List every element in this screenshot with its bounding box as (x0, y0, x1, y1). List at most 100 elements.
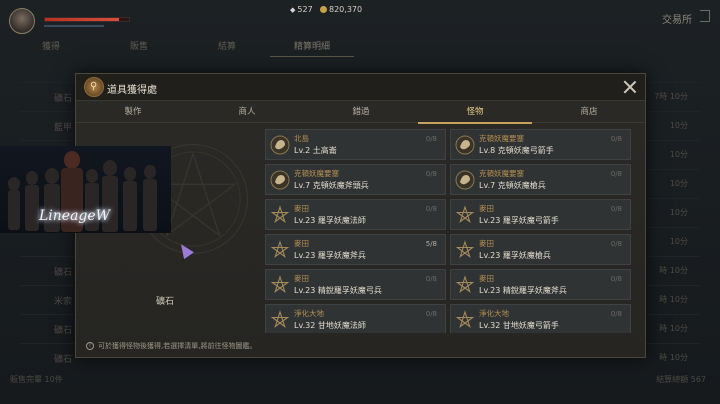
monster-name: Lv.2 土高崙 (294, 146, 337, 155)
monster-location: 克頓妖魔要塞 (479, 134, 524, 143)
tab-obtain[interactable]: 獲得 (42, 39, 60, 52)
mp-bar (44, 25, 104, 27)
tab-sell[interactable]: 販售 (130, 39, 148, 52)
monster-card[interactable]: 麥田 Lv.23 羅孚妖魔法師 0/8 (265, 199, 446, 230)
stream-logo-overlay: LineageW (0, 146, 171, 233)
gem-currency: ◆ 527 (290, 5, 313, 14)
monster-drop-count: 0/8 (425, 135, 437, 143)
monster-location: 麥田 (294, 204, 309, 213)
monster-location: 麥田 (479, 274, 494, 283)
pentagram-icon (455, 310, 475, 330)
monster-card[interactable]: 克頓妖魔要塞 Lv.7 克頓妖魔槍兵 0/8 (450, 164, 631, 195)
pentagram-icon (455, 240, 475, 260)
background-row-label: 礦石 (54, 326, 73, 336)
monster-card[interactable]: 麥田 Lv.23 精銳羅孚妖魔斧兵 0/8 (450, 269, 631, 300)
background-row-time: 10分 (669, 121, 688, 130)
background-row-label: 米索 (54, 297, 73, 307)
monster-drop-count: 0/8 (610, 205, 622, 213)
background-tabs: 獲得 販售 結算 精算明細 (0, 36, 720, 58)
tab-settle[interactable]: 結算 (218, 39, 236, 52)
settle-total: 結算總額 567 (656, 375, 706, 384)
tab-shop[interactable]: 商店 (532, 101, 646, 123)
monster-location: 克頓妖魔要塞 (294, 169, 339, 178)
monster-drop-count: 0/8 (425, 275, 437, 283)
pentagram-icon (455, 275, 475, 295)
monster-drop-count: 0/8 (610, 135, 622, 143)
monster-drop-count: 0/8 (425, 170, 437, 178)
monster-card[interactable]: 麥田 Lv.23 精銳羅孚妖魔弓兵 0/8 (265, 269, 446, 300)
diamond-icon: ◆ (290, 5, 296, 14)
monster-drop-count: 0/8 (425, 205, 437, 213)
background-row-label: 礦石 (54, 268, 73, 278)
monster-list: 北島 Lv.2 土高崙 0/8 克頓妖魔要塞 Lv.8 克頓妖魔弓箭手 0/8 克頓妖魔要塞… (265, 129, 635, 333)
monster-name: Lv.23 精銳羅孚妖魔斧兵 (479, 286, 567, 295)
background-row-time: 10分 (669, 179, 688, 188)
background-row-time: 10分 (669, 237, 688, 246)
monster-location: 麥田 (479, 239, 494, 248)
monster-drop-count: 0/8 (610, 170, 622, 178)
monster-name: Lv.32 甘地妖魔法師 (294, 321, 366, 330)
gold-currency: 820,370 (320, 5, 362, 14)
info-icon: ! (86, 342, 94, 350)
monster-card[interactable]: 淨化大地 Lv.32 甘地妖魔法師 0/8 (265, 304, 446, 333)
monster-portrait-icon (270, 135, 290, 155)
item-name: 礦石 (156, 297, 175, 307)
monster-location: 北島 (294, 134, 309, 143)
close-button[interactable] (623, 80, 637, 94)
hp-bar (44, 17, 130, 22)
background-row-time: 時 10分 (659, 295, 688, 304)
pentagram-icon (270, 275, 290, 295)
monster-name: Lv.23 羅孚妖魔槍兵 (479, 251, 551, 260)
monster-name: Lv.23 羅孚妖魔弓箭手 (479, 216, 559, 225)
monster-portrait-icon (455, 170, 475, 190)
tab-missed[interactable]: 錯過 (304, 101, 418, 123)
character-portrait[interactable] (9, 8, 35, 34)
background-row-time: 時 10分 (659, 266, 688, 275)
source-tabs: 製作 商人 錯過 怪物 商店 (76, 101, 646, 124)
monster-portrait-icon (455, 135, 475, 155)
tab-details[interactable]: 精算明細 (294, 39, 330, 52)
pentagram-icon (270, 310, 290, 330)
background-row-time: 10分 (669, 208, 688, 217)
monster-name: Lv.32 甘地妖魔弓箭手 (479, 321, 559, 330)
gem-amount: 527 (297, 5, 313, 14)
gold-amount: 820,370 (329, 5, 363, 14)
monster-drop-count: 0/8 (610, 240, 622, 248)
background-row-label: 礦石 (54, 94, 73, 104)
monster-location: 克頓妖魔要塞 (479, 169, 524, 178)
monster-name: Lv.7 克頓妖魔槍兵 (479, 181, 546, 190)
monster-card[interactable]: 克頓妖魔要塞 Lv.7 克頓妖魔斧頭兵 0/8 (265, 164, 446, 195)
pentagram-icon (455, 205, 475, 225)
monster-location: 麥田 (294, 239, 309, 248)
monster-card[interactable]: 克頓妖魔要塞 Lv.8 克頓妖魔弓箭手 0/8 (450, 129, 631, 160)
background-row-time: 10分 (669, 150, 688, 159)
sold-count: 販售完畢 10件 (10, 375, 63, 384)
hp-bar-fill (45, 18, 119, 21)
pentagram-icon (270, 240, 290, 260)
monster-card[interactable]: 麥田 Lv.23 羅孚妖魔斧兵 5/8 (265, 234, 446, 265)
monster-name: Lv.23 精銳羅孚妖魔弓兵 (294, 286, 382, 295)
tab-merchant[interactable]: 商人 (190, 101, 304, 123)
dialog-header: ⚲ 道具獲得處 (76, 74, 645, 101)
exit-icon[interactable] (700, 10, 710, 22)
background-row-time: 7時 10分 (654, 92, 688, 101)
tab-monster[interactable]: 怪物 (418, 101, 532, 124)
background-row-time: 時 10分 (659, 324, 688, 333)
monster-card[interactable]: 淨化大地 Lv.32 甘地妖魔弓箭手 0/8 (450, 304, 631, 333)
dialog-title: 道具獲得處 (107, 85, 157, 96)
monster-card[interactable]: 麥田 Lv.23 羅孚妖魔弓箭手 0/8 (450, 199, 631, 230)
monster-card[interactable]: 麥田 Lv.23 羅孚妖魔槍兵 0/8 (450, 234, 631, 265)
exchange-title: 交易所 (662, 15, 692, 26)
map-pin-icon: ⚲ (84, 77, 104, 97)
monster-name: Lv.23 羅孚妖魔斧兵 (294, 251, 366, 260)
monster-portrait-icon (270, 170, 290, 190)
tab-craft[interactable]: 製作 (76, 101, 190, 123)
monster-card[interactable]: 北島 Lv.2 土高崙 0/8 (265, 129, 446, 160)
monster-name: Lv.7 克頓妖魔斧頭兵 (294, 181, 369, 190)
monster-drop-count: 5/8 (425, 240, 437, 248)
monster-drop-count: 0/8 (610, 275, 622, 283)
lineagew-logo: LineageW (39, 208, 111, 224)
monster-location: 麥田 (479, 204, 494, 213)
monster-drop-count: 0/8 (425, 310, 437, 318)
pentagram-icon (270, 205, 290, 225)
